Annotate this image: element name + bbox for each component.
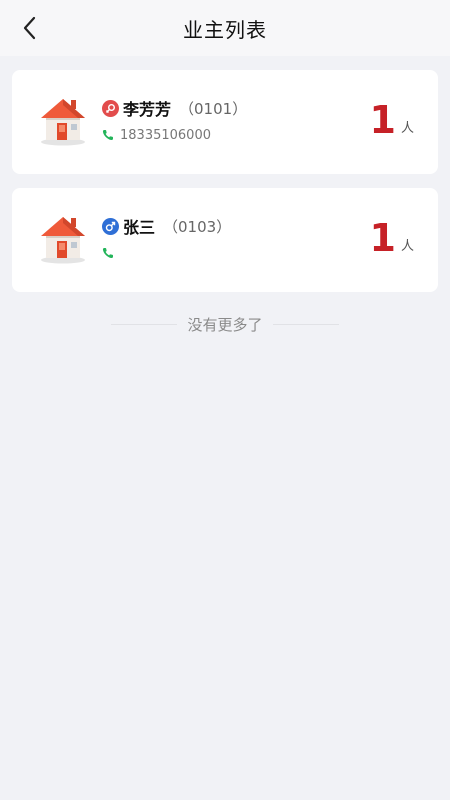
chevron-left-icon (23, 16, 36, 40)
room-number: （0101） (179, 99, 248, 118)
owner-card[interactable]: 李芳芳 （0101） 18335106000 1 人 (12, 70, 438, 174)
member-count: 1 人 (370, 216, 414, 260)
owner-list: 李芳芳 （0101） 18335106000 1 人 张三 （0103） 1 人 (0, 56, 450, 292)
phone-icon (102, 130, 113, 141)
count-unit: 人 (400, 121, 414, 136)
page-title: 业主列表 (183, 17, 267, 42)
count-value: 1 (369, 98, 396, 142)
owner-name: 李芳芳 (123, 100, 172, 119)
owner-info: 张三 （0103） (102, 214, 231, 262)
owner-card[interactable]: 张三 （0103） 1 人 (12, 188, 438, 292)
no-more-text: 没有更多了 (187, 316, 263, 334)
owner-info: 李芳芳 （0101） 18335106000 (102, 96, 247, 144)
count-unit: 人 (400, 239, 414, 254)
owner-name: 张三 (123, 218, 156, 237)
male-icon (102, 217, 119, 235)
list-end-indicator: 没有更多了 (0, 314, 450, 335)
app-header: 业主列表 (0, 0, 450, 56)
member-count: 1 人 (370, 98, 414, 142)
house-icon (41, 99, 85, 146)
room-number: （0103） (163, 217, 232, 236)
back-button[interactable] (14, 12, 46, 44)
divider-left (111, 324, 178, 325)
owner-phone[interactable]: 18335106000 (120, 128, 211, 143)
female-icon (102, 99, 119, 117)
count-value: 1 (369, 216, 396, 260)
phone-icon (102, 248, 113, 259)
house-icon (41, 217, 85, 264)
divider-right (272, 324, 339, 325)
